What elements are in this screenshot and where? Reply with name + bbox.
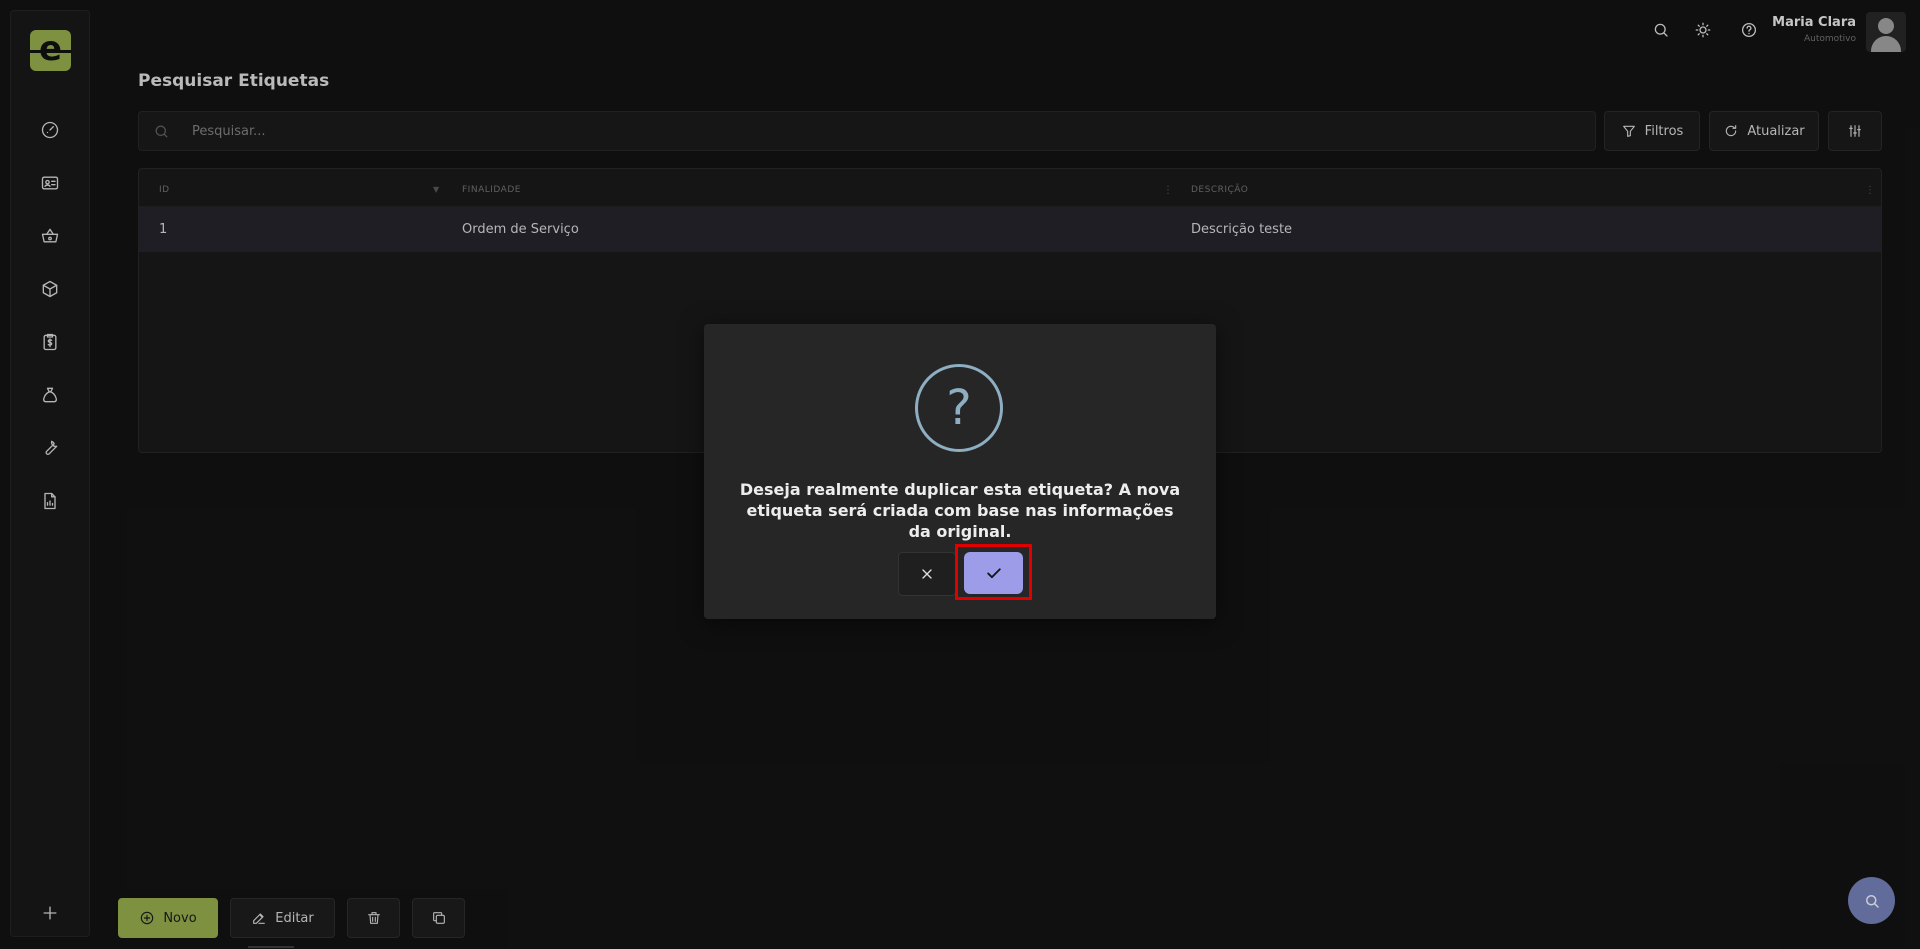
check-icon bbox=[986, 568, 1001, 579]
cancel-button[interactable] bbox=[898, 552, 956, 596]
close-icon bbox=[922, 569, 932, 579]
app-root: e Maria Clara Automotivo Pesquisar Etiqu… bbox=[0, 0, 1920, 949]
confirm-duplicate-dialog: ? Deseja realmente duplicar esta etiquet… bbox=[704, 324, 1216, 619]
confirm-button[interactable] bbox=[964, 552, 1023, 594]
question-icon: ? bbox=[915, 364, 1003, 452]
dialog-message: Deseja realmente duplicar esta etiqueta?… bbox=[739, 480, 1181, 541]
